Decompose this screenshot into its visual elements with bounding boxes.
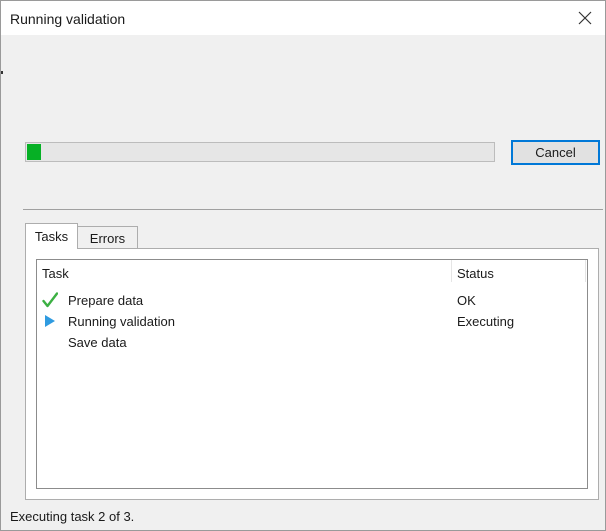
checkmark-icon	[42, 291, 58, 309]
column-divider[interactable]	[585, 260, 586, 282]
tasks-panel: Task Status Prepare data OK Running vali…	[25, 248, 599, 500]
tab-tasks[interactable]: Tasks	[25, 223, 78, 249]
play-arrow-icon	[42, 312, 58, 330]
status-text: Executing task 2 of 3.	[10, 509, 135, 524]
title-bar: Running validation	[1, 1, 605, 35]
dialog-window: Running validation Cancel Tasks Errors T…	[0, 0, 606, 531]
task-name: Prepare data	[68, 293, 144, 308]
column-header-status[interactable]: Status	[457, 266, 494, 281]
task-name: Save data	[68, 335, 127, 350]
task-row[interactable]: Running validation Executing	[37, 312, 587, 332]
progress-bar-fill	[27, 144, 41, 160]
window-title: Running validation	[10, 11, 126, 27]
list-header: Task Status	[37, 260, 587, 282]
edge-artifact	[1, 71, 3, 74]
close-button[interactable]	[565, 1, 605, 35]
column-header-task[interactable]: Task	[42, 266, 69, 281]
task-name: Running validation	[68, 314, 175, 329]
progress-bar	[25, 142, 495, 162]
close-icon	[578, 11, 592, 25]
task-row[interactable]: Save data	[37, 333, 587, 353]
task-list[interactable]: Task Status Prepare data OK Running vali…	[36, 259, 588, 489]
task-status: OK	[457, 293, 476, 308]
task-status: Executing	[457, 314, 515, 329]
tab-errors[interactable]: Errors	[78, 226, 138, 249]
separator-line	[23, 209, 603, 210]
cancel-button[interactable]: Cancel	[511, 140, 600, 165]
task-row[interactable]: Prepare data OK	[37, 291, 587, 311]
column-divider[interactable]	[451, 260, 452, 282]
